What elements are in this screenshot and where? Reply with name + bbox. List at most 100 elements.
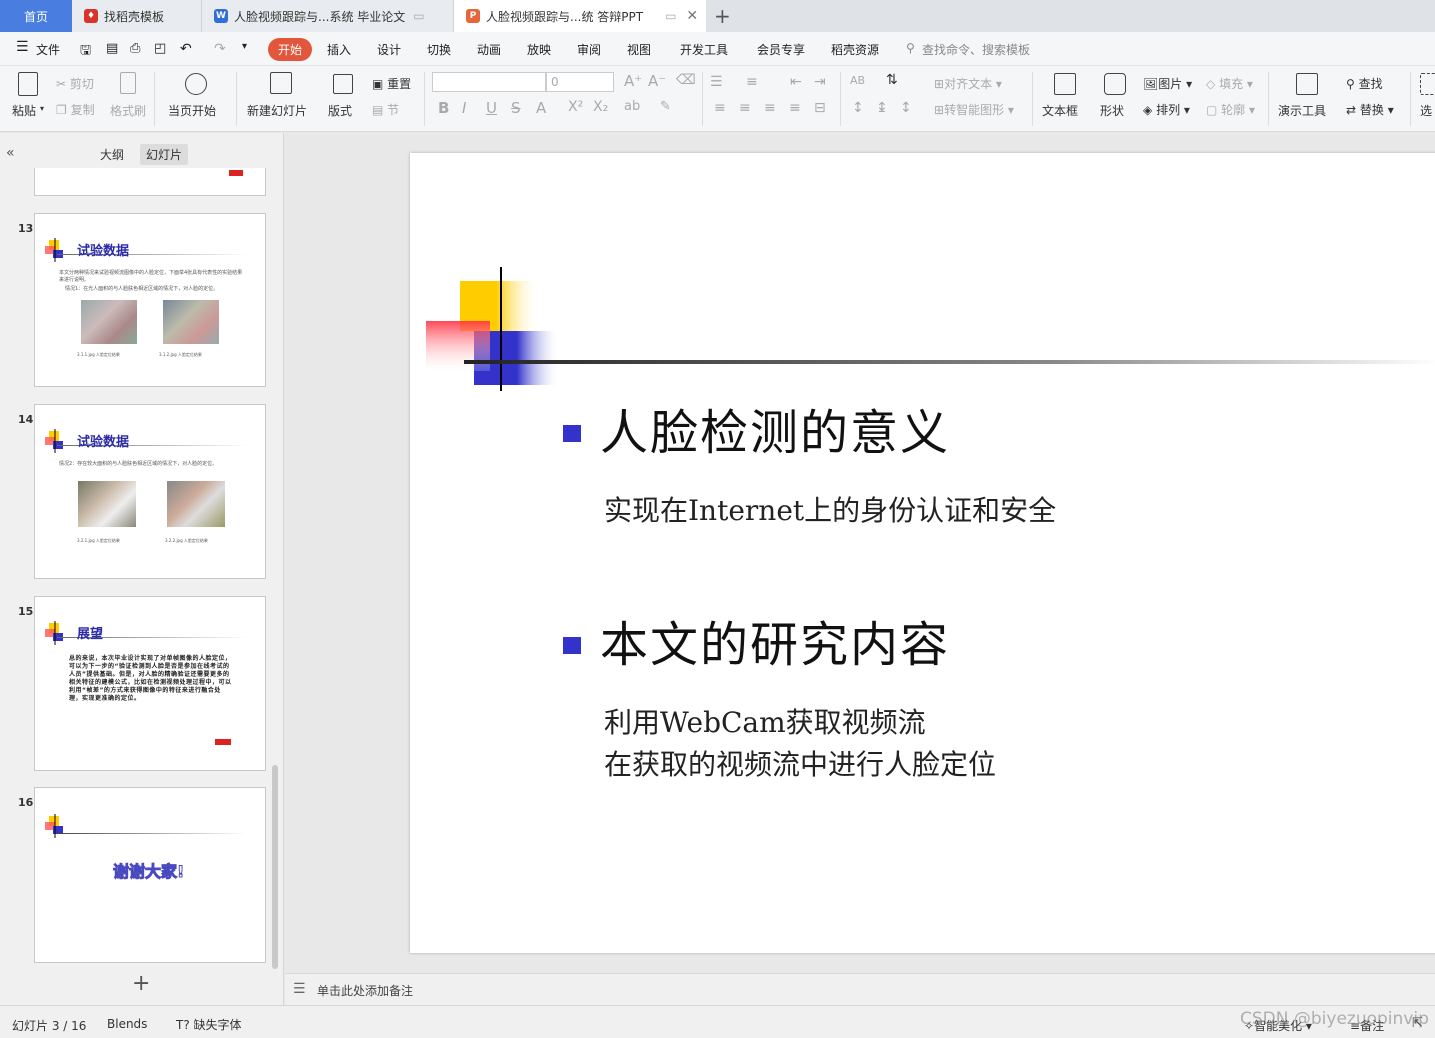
close-tab-icon[interactable]: ✕ (686, 8, 698, 24)
print-icon[interactable]: ⎙ (130, 41, 140, 56)
bold-icon[interactable]: B (438, 99, 449, 117)
increase-indent-icon[interactable]: ⇥ (814, 74, 826, 90)
strikethrough-icon[interactable]: S (511, 99, 521, 117)
superscript-icon[interactable]: X² (568, 99, 583, 115)
slide-thumbnail-14[interactable]: 试验数据 情况2：存在较大面积的与人脸肤色相近区域的情况下，对人脸的定位。 3.… (34, 404, 266, 579)
bullet-subtext-1[interactable]: 实现在Internet上的身份认证和安全 (604, 489, 1056, 529)
menu-tab-design[interactable]: 设计 (377, 41, 401, 58)
menu-tab-insert[interactable]: 插入 (327, 41, 351, 58)
menu-tab-member[interactable]: 会员专享 (757, 41, 805, 58)
missing-font-button[interactable]: T? 缺失字体 (176, 1016, 242, 1033)
font-grow-icon[interactable]: A⁺ (624, 72, 642, 90)
sort-icon[interactable]: ⇅ (886, 72, 898, 88)
replace-button[interactable]: ⇄ 替换 ▾ (1346, 101, 1394, 118)
textbox-button[interactable]: 文本框 (1042, 102, 1078, 119)
subscript-icon[interactable]: X₂ (593, 99, 608, 115)
theme-name[interactable]: Blends (107, 1017, 147, 1031)
new-slide-button[interactable]: 新建幻灯片 (247, 102, 307, 119)
slide-thumbnail-13[interactable]: 试验数据 本文分两种情况来试验视频流图像中的人脸定位，下面举4张具有代表性的实验… (34, 213, 266, 387)
bullet-subtext-2b[interactable]: 在获取的视频流中进行人脸定位 (604, 743, 996, 783)
redo-icon[interactable]: ↷ (214, 41, 226, 57)
new-tab-button[interactable]: + (714, 0, 738, 32)
undo-icon[interactable]: ↶ (180, 41, 192, 57)
print-preview-icon[interactable]: ◰ (154, 41, 166, 56)
paste-icon[interactable] (18, 72, 38, 96)
font-shrink-icon[interactable]: A⁻ (648, 72, 666, 90)
para-spacing-icon[interactable]: ↨ (876, 100, 888, 116)
text-direction-icon[interactable]: AB (850, 74, 865, 87)
menu-tab-docer-resources[interactable]: 稻壳资源 (831, 41, 879, 58)
layout-icon[interactable] (333, 74, 353, 94)
collapse-panel-icon[interactable]: « (6, 145, 15, 161)
find-button[interactable]: ⚲ 查找 (1346, 75, 1383, 92)
line-spacing-icon[interactable]: ↕ (852, 100, 864, 116)
format-painter-icon[interactable] (120, 72, 136, 94)
view-slides-tab[interactable]: 幻灯片 (140, 144, 189, 165)
command-search-input[interactable]: 查找命令、搜索模板 (922, 41, 1030, 58)
tab-ppt[interactable]: P 人脸视频跟踪与...统 答辩PPT ▭ ✕ (454, 0, 706, 32)
select-icon[interactable] (1420, 73, 1435, 95)
fill-button[interactable]: ◇ 填充 ▾ (1206, 75, 1253, 92)
bullet-heading-2[interactable]: 本文的研究内容 (600, 605, 950, 675)
align-right-icon[interactable]: ≡ (764, 100, 776, 116)
highlight-icon[interactable]: ✎ (660, 99, 671, 114)
present-tools-button[interactable]: 演示工具 (1278, 102, 1326, 119)
underline-icon[interactable]: U (486, 99, 497, 117)
format-painter-button[interactable]: 格式刷 (110, 102, 146, 119)
font-size-select[interactable]: 0 (546, 72, 614, 92)
clear-format-icon[interactable]: ⌫ (676, 72, 696, 88)
arrange-button[interactable]: ◈ 排列 ▾ (1143, 101, 1190, 118)
decrease-indent-icon[interactable]: ⇤ (790, 74, 802, 90)
select-button[interactable]: 选 (1420, 102, 1432, 119)
spacing-more-icon[interactable]: ↕ (900, 100, 912, 116)
textbox-icon[interactable] (1054, 73, 1076, 95)
distributed-icon[interactable]: ⊟ (814, 100, 826, 116)
menu-file[interactable]: 文件 (36, 41, 60, 58)
menu-tab-animation[interactable]: 动画 (477, 41, 501, 58)
shape-icon[interactable] (1104, 73, 1126, 95)
layout-button[interactable]: 版式 (328, 102, 352, 119)
paste-button[interactable]: 粘贴 (12, 102, 36, 119)
current-slide[interactable]: 人脸检测的意义 实现在Internet上的身份认证和安全 本文的研究内容 利用W… (410, 153, 1435, 953)
view-outline-tab[interactable]: 大纲 (100, 146, 124, 163)
menu-tab-developer[interactable]: 开发工具 (680, 41, 728, 58)
phonetic-icon[interactable]: ab (624, 99, 640, 114)
present-tools-icon[interactable] (1296, 73, 1318, 95)
align-center-icon[interactable]: ≡ (739, 100, 751, 116)
hamburger-icon[interactable]: ☰ (16, 39, 29, 55)
bullet-list-icon[interactable]: ☰ (710, 74, 723, 90)
align-left-icon[interactable]: ≡ (714, 100, 726, 116)
shape-button[interactable]: 形状 (1100, 102, 1124, 119)
bullet-heading-1[interactable]: 人脸检测的意义 (600, 393, 950, 463)
menu-tab-transition[interactable]: 切换 (427, 41, 451, 58)
slide-thumbnail-12[interactable] (34, 168, 266, 196)
picture-button[interactable]: 🖼图片 ▾ (1143, 75, 1192, 92)
numbered-list-icon[interactable]: ≡ (746, 74, 758, 90)
section-button[interactable]: ▤ 节 (372, 101, 399, 118)
copy-button[interactable]: ❐ 复制 (56, 101, 95, 118)
bullet-subtext-2a[interactable]: 利用WebCam获取视频流 (604, 701, 926, 741)
tab-home[interactable]: 首页 (0, 0, 72, 32)
slide-thumbnail-15[interactable]: 展望 总的来说，本次毕业设计实现了对单帧图像的人脸定位，可以为下一步的“验证检测… (34, 596, 266, 771)
slide-thumbnail-16[interactable]: 谢谢大家! (34, 787, 266, 963)
notes-placeholder[interactable]: 单击此处添加备注 (317, 982, 413, 999)
add-slide-button[interactable]: + (132, 971, 150, 996)
smart-art-button[interactable]: ⊞转智能图形 ▾ (934, 101, 1014, 118)
align-text-button[interactable]: ⊞对齐文本 ▾ (934, 75, 1002, 92)
play-from-current-button[interactable]: 当页开始 (168, 102, 216, 119)
menu-tab-home[interactable]: 开始 (268, 38, 313, 61)
notes-pane[interactable]: ☰ 单击此处添加备注 (285, 973, 1435, 1005)
tab-docer[interactable]: ♦ 找稻壳模板 (72, 0, 202, 32)
save-icon[interactable]: 🖫 (80, 41, 91, 63)
menu-tab-slideshow[interactable]: 放映 (527, 41, 551, 58)
reset-button[interactable]: ▣ 重置 (372, 75, 411, 92)
quick-access-dropdown-icon[interactable]: ▾ (242, 41, 247, 52)
font-name-select[interactable] (432, 72, 546, 92)
font-color-icon[interactable]: A (536, 99, 546, 117)
menu-tab-view[interactable]: 视图 (627, 41, 651, 58)
panel-scrollbar[interactable] (272, 765, 278, 969)
new-slide-icon[interactable] (270, 72, 292, 94)
outline-button[interactable]: ▢ 轮廓 ▾ (1206, 101, 1255, 118)
export-pdf-icon[interactable]: ▤ (106, 41, 118, 56)
tab-word-doc[interactable]: W 人脸视频跟踪与...系统 毕业论文 ▭ (202, 0, 454, 32)
